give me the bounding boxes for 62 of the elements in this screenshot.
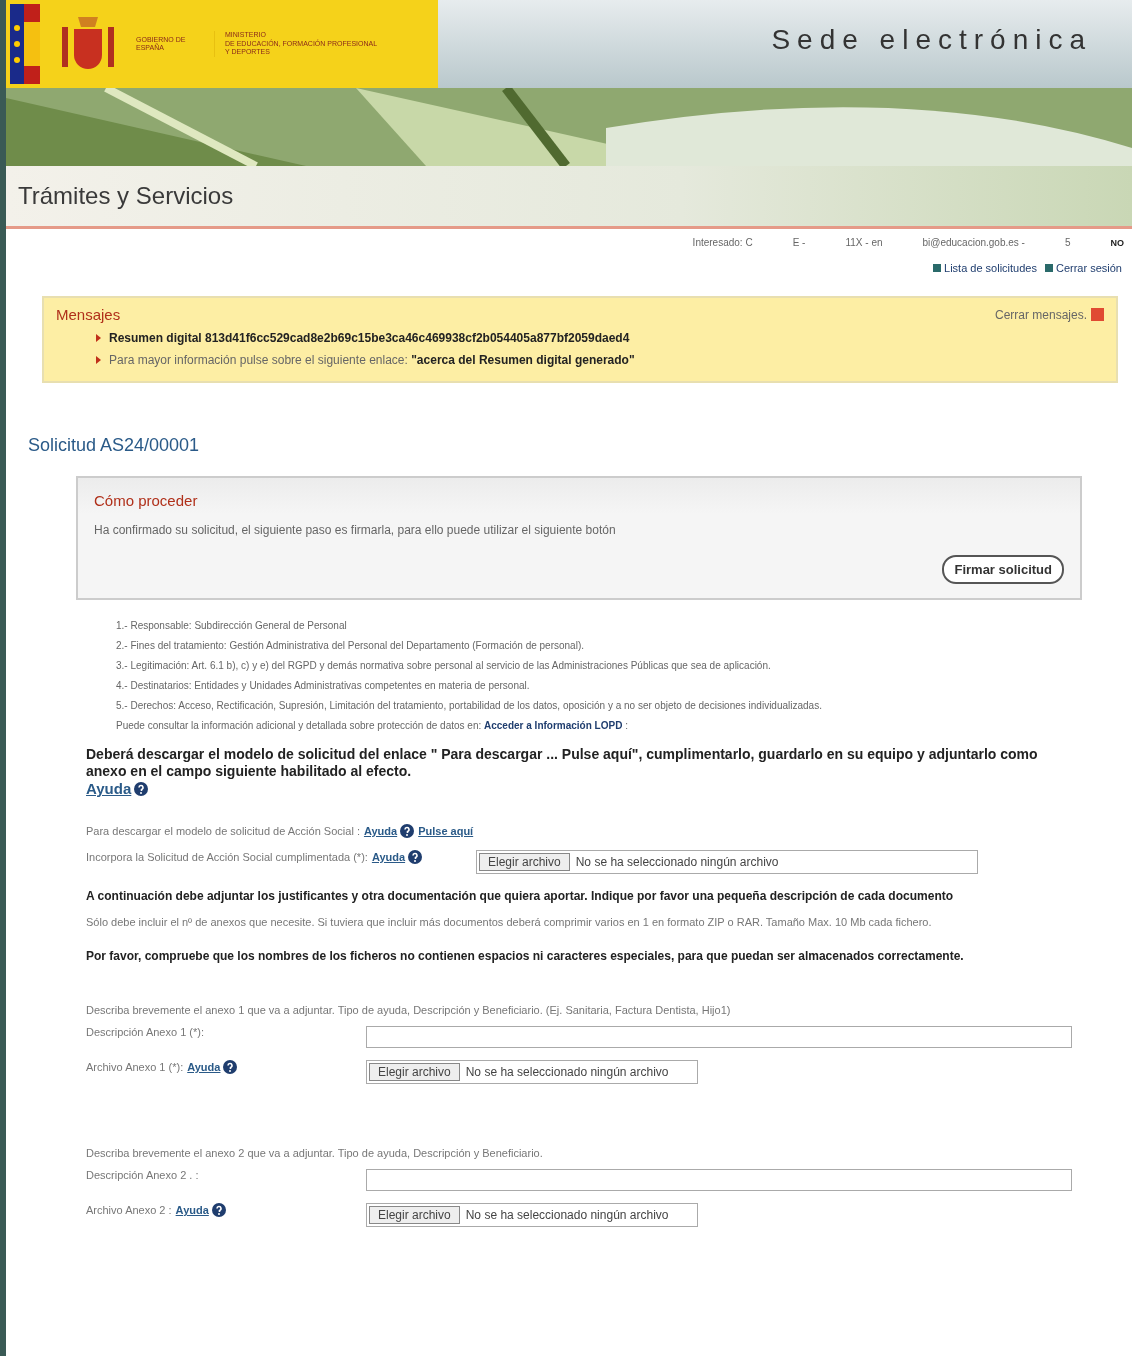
user-info: bi@educacion.gob.es - [922, 237, 1025, 248]
field-label: Archivo Anexo 1 (*): [86, 1061, 184, 1073]
download-link[interactable]: Pulse aquí [418, 825, 474, 837]
choose-file-button[interactable]: Elegir archivo [479, 853, 570, 871]
attach-hint: Sólo debe incluir el nº de anexos que necesite. Si tuviera que incluir más documentos deberá comprimir varios en 1 en formato ZIP o RAR. Tamaño Max. 10 Mb cada fichero. [86, 915, 933, 930]
help-link[interactable]: Ayuda [175, 1203, 226, 1217]
close-messages-link[interactable]: Cerrar mensajes. [994, 306, 1104, 323]
help-link[interactable]: Ayuda [363, 824, 415, 838]
choose-file-button[interactable]: Elegir archivo [369, 1063, 460, 1081]
help-icon [408, 850, 423, 864]
description-field[interactable] [366, 1169, 1072, 1191]
annex-intro: Describa brevemente el anexo 1 que va a adjuntar. Tipo de ayuda, Descripción y Beneficiario. (Ej. Sanitaria, Factura Dentista, Hijo1) [86, 1003, 732, 1018]
privacy-more: Puede consultar la información adicional y detallada sobre protección de datos en: Acceder a Información LOPD : [116, 719, 629, 733]
user-info: 5 [1064, 237, 1071, 248]
user-info: 11X - en [845, 237, 883, 248]
help-icon [223, 1060, 238, 1074]
file-input[interactable]: Elegir archivo No se ha seleccionado ningún archivo [476, 850, 978, 874]
help-icon [211, 1203, 226, 1217]
site-title: Sede electrónica [770, 23, 1093, 57]
file-status: No se ha seleccionado ningún archivo [465, 1208, 669, 1222]
attach-note: A continuación debe adjuntar los justificantes y otra documentación que quiera aportar. Indique por favor una pequeña descripción de cada documento [86, 888, 955, 905]
field-label: Descripción Anexo 2 . : [86, 1169, 199, 1181]
bullet-icon [96, 356, 101, 364]
field-label: Para descargar el modelo de solicitud de Acción Social : [86, 825, 360, 837]
help-link[interactable]: Ayuda [371, 850, 423, 864]
annex-intro: Describa brevemente el anexo 2 que va a adjuntar. Tipo de ayuda, Descripción y Beneficiario. [86, 1146, 544, 1161]
filenames-note: Por favor, compruebe que los nombres de los ficheros no contienen espacios ni caracteres especiales, para que puedan ser almacenados correctamente. [86, 948, 965, 965]
lopd-link[interactable]: Acceder a Información LOPD [484, 720, 623, 731]
bullet-icon [96, 334, 101, 342]
privacy-item: 1.- Responsable: Subdirección General de Personal [116, 619, 348, 633]
privacy-item: 5.- Derechos: Acceso, Rectificación, Supresión, Limitación del tratamiento, portabilidad de los datos, oposición y a no ser objeto de decisiones individualizadas. [116, 699, 823, 713]
field-label: Archivo Anexo 2 : [86, 1204, 172, 1216]
download-note: Deberá descargar el modelo de solicitud del enlace " Para descargar ... Pulse aquí", cumplimentarlo, guardarlo en su equipo y adjuntarlo como anexo en el campo siguiente habilitado al efecto. [86, 746, 1039, 780]
request-title: Solicitud AS24/00001 [28, 435, 201, 456]
choose-file-button[interactable]: Elegir archivo [369, 1206, 460, 1224]
header-link[interactable]: Lista de solicitudes [933, 262, 1037, 274]
panel-title: Cómo proceder [94, 492, 199, 509]
privacy-item: 4.- Destinatarios: Entidades y Unidades Administrativas competentes en materia de personal. [116, 679, 531, 693]
help-link[interactable]: Ayuda [86, 780, 149, 797]
help-icon [400, 824, 415, 838]
description-field[interactable] [366, 1026, 1072, 1048]
file-status: No se ha seleccionado ningún archivo [575, 855, 779, 869]
user-info: Interesado: C [692, 237, 753, 248]
panel-text: Ha confirmado su solicitud, el siguiente paso es firmarla, para ello puede utilizar el siguiente botón [94, 523, 617, 537]
flag-icon [10, 4, 40, 84]
status-label: NO [1110, 237, 1124, 248]
help-icon [134, 781, 149, 796]
field-label: Incorpora la Solicitud de Acción Social cumplimentada (*): [86, 851, 368, 863]
privacy-item: 2.- Fines del tratamiento: Gestión Administrativa del Personal del Departamento (Formación de personal). [116, 639, 585, 653]
file-input[interactable]: Elegir archivo No se ha seleccionado ningún archivo [366, 1060, 698, 1084]
section-title: Trámites y Servicios [6, 166, 1132, 229]
file-status: No se ha seleccionado ningún archivo [465, 1065, 669, 1079]
messages-title: Mensajes [56, 306, 121, 323]
help-link[interactable]: Ayuda [187, 1060, 238, 1074]
privacy-item: 3.- Legitimación: Art. 6.1 b), c) y e) del RGPD y demás normativa sobre personal al servicio de las Administraciones Públicas que sea de aplicación. [116, 659, 772, 673]
field-label: Descripción Anexo 1 (*): [86, 1026, 204, 1038]
user-info: E - [792, 237, 806, 248]
file-input[interactable]: Elegir archivo No se ha seleccionado ningún archivo [366, 1203, 698, 1227]
message-text: Para mayor información pulse sobre el siguiente enlace: "acerca del Resumen digital generado" [109, 353, 635, 367]
message-text: Resumen digital 813d41f6cc529cad8e2b69c15be3ca46c469938cf2b054405a877bf2059daed4 [109, 331, 630, 345]
sign-button[interactable]: Firmar solicitud [942, 555, 1064, 584]
header-link[interactable]: Cerrar sesión [1044, 262, 1122, 274]
